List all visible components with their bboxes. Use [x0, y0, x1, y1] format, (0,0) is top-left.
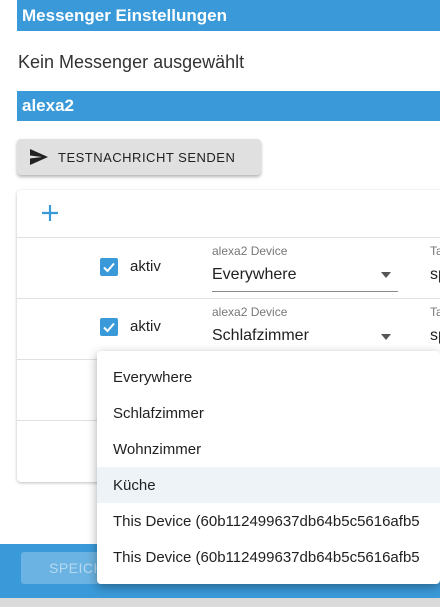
checkmark-icon: [103, 262, 115, 273]
device-dropdown-menu: Everywhere Schlafzimmer Wohnzimmer Küche…: [97, 351, 440, 584]
section-title: alexa2: [22, 96, 74, 115]
dropdown-arrow-icon[interactable]: [381, 272, 391, 278]
dropdown-option[interactable]: Everywhere: [97, 359, 440, 395]
bottom-strip: [0, 598, 440, 607]
row-active-checkbox[interactable]: [100, 258, 118, 276]
dropdown-option[interactable]: Schlafzimmer: [97, 395, 440, 431]
truncated-field-label: Ta: [430, 244, 440, 258]
no-messenger-text: Kein Messenger ausgewählt: [18, 52, 245, 72]
truncated-field-label: Ta: [430, 305, 440, 319]
send-test-message-button[interactable]: TESTNACHRICHT SENDEN: [17, 139, 261, 175]
send-test-message-label: TESTNACHRICHT SENDEN: [58, 149, 236, 165]
row-active-label: aktiv: [130, 258, 161, 275]
send-icon: [30, 149, 48, 165]
table-divider: [17, 237, 440, 238]
device-select[interactable]: Everywhere: [212, 266, 398, 284]
table-row-divider: [17, 298, 440, 299]
dropdown-option[interactable]: Wohnzimmer: [97, 431, 440, 467]
dropdown-option[interactable]: This Device (60b112499637db64b5c5616afb5: [97, 539, 440, 575]
header-title: Messenger Einstellungen: [22, 5, 227, 25]
messenger-settings-header: Messenger Einstellungen: [17, 0, 440, 31]
row-active-checkbox[interactable]: [100, 318, 118, 336]
device-select[interactable]: Schlafzimmer: [212, 327, 398, 345]
dropdown-arrow-icon[interactable]: [381, 334, 391, 340]
alexa2-section-header: alexa2: [17, 91, 440, 121]
add-icon[interactable]: [40, 203, 60, 223]
device-field-label: alexa2 Device: [212, 305, 288, 319]
device-select-underline: [212, 291, 398, 292]
truncated-field-input[interactable]: sp: [430, 327, 440, 345]
checkmark-icon: [103, 322, 115, 333]
truncated-field-input[interactable]: sp: [430, 266, 440, 284]
dropdown-option[interactable]: This Device (60b112499637db64b5c5616afb5: [97, 503, 440, 539]
device-field-label: alexa2 Device: [212, 244, 288, 258]
row-active-label: aktiv: [130, 318, 161, 335]
dropdown-option-highlighted[interactable]: Küche: [97, 467, 440, 503]
